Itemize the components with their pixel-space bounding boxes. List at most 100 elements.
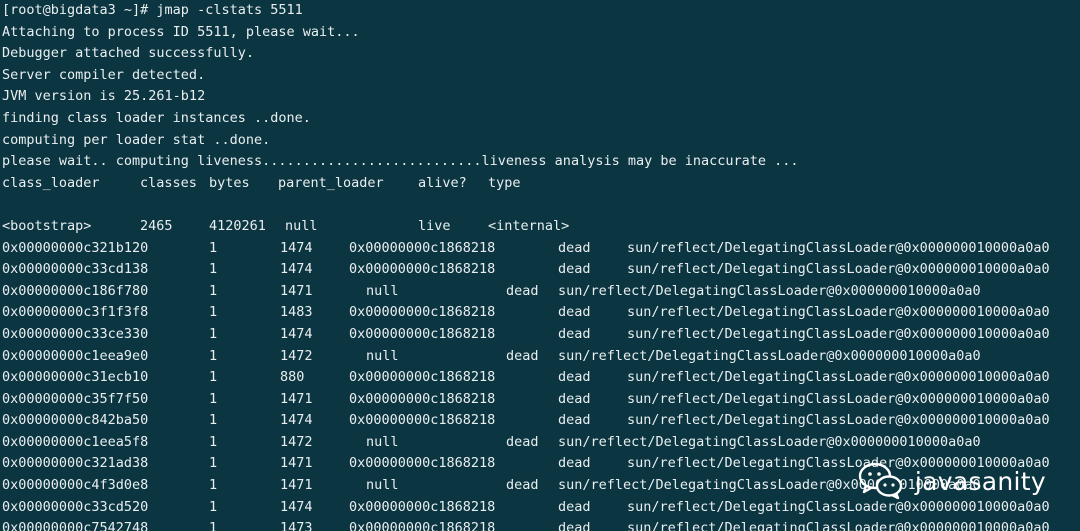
cell-bytes: 4120261 bbox=[209, 217, 266, 234]
cell-type: sun/reflect/DelegatingClassLoader@0x0000… bbox=[627, 261, 1050, 278]
cell-bytes: 1471 bbox=[280, 477, 313, 494]
table-row: 0x00000000c321b120 1 1474 0x00000000c186821… bbox=[2, 238, 1080, 260]
cell-type: sun/reflect/DelegatingClassLoader@0x0000… bbox=[627, 390, 1050, 407]
table-header: class_loader classes bytes parent_loader… bbox=[2, 173, 1080, 195]
cell-type: sun/reflect/DelegatingClassLoader@0x0000… bbox=[558, 347, 981, 364]
cell-type: sun/reflect/DelegatingClassLoader@0x0000… bbox=[627, 369, 1050, 386]
cell-alive: dead bbox=[506, 433, 539, 450]
cell-classes: 1 bbox=[209, 477, 218, 494]
table-row: 0x00000000c1eea9e0 1 1472 null dead sun/refle… bbox=[2, 346, 1080, 368]
cell-parent-loader: 0x00000000c1868218 bbox=[349, 239, 496, 256]
table-row: 0x00000000c321ad38 1 1471 0x00000000c186821… bbox=[2, 453, 1080, 475]
cell-bytes: 1472 bbox=[280, 347, 313, 364]
cell-classes: 1 bbox=[209, 412, 218, 429]
header-class-loader: class_loader bbox=[2, 174, 100, 191]
cell-bytes: 1471 bbox=[280, 390, 313, 407]
cell-type: <internal> bbox=[488, 217, 570, 234]
table-row: 0x00000000c4f3d0e8 1 1471 null dead sun/refle… bbox=[2, 475, 1080, 497]
cell-parent-loader: 0x00000000c1868218 bbox=[349, 520, 496, 531]
cell-classes: 1 bbox=[209, 261, 218, 278]
table-row: 0x00000000c3f1f3f8 1 1483 0x00000000c186821… bbox=[2, 302, 1080, 324]
table-row: 0x00000000c842ba50 1 1474 0x00000000c186821… bbox=[2, 410, 1080, 432]
cell-parent-loader: null bbox=[366, 282, 399, 299]
cell-classes: 1 bbox=[209, 239, 218, 256]
cell-bytes: 1474 bbox=[280, 325, 313, 342]
table-row: 0x00000000c33ce330 1 1474 0x00000000c186821… bbox=[2, 324, 1080, 346]
cell-parent-loader: 0x00000000c1868218 bbox=[349, 390, 496, 407]
cell-class-loader: 0x00000000c842ba50 bbox=[2, 412, 149, 429]
table-row: 0x00000000c186f780 1 1471 null dead sun/refle… bbox=[2, 281, 1080, 303]
table-row: 0x00000000c33cd520 1 1474 0x00000000c186821… bbox=[2, 497, 1080, 519]
cell-type: sun/reflect/DelegatingClassLoader@0x0000… bbox=[627, 412, 1050, 429]
terminal-output: [root@bigdata3 ~]# jmap -clstats 5511 At… bbox=[2, 0, 1080, 531]
cell-class-loader: 0x00000000c7542748 bbox=[2, 520, 149, 531]
header-alive: alive? bbox=[418, 174, 467, 191]
cell-alive: dead bbox=[558, 455, 591, 472]
cell-classes: 1 bbox=[209, 325, 218, 342]
cell-bytes: 880 bbox=[280, 369, 305, 386]
cell-bytes: 1474 bbox=[280, 498, 313, 515]
cell-alive: dead bbox=[558, 261, 591, 278]
cell-bytes: 1474 bbox=[280, 412, 313, 429]
output-line: JVM version is 25.261-b12 bbox=[2, 86, 1080, 108]
cell-class-loader: 0x00000000c4f3d0e8 bbox=[2, 477, 149, 494]
command-line: [root@bigdata3 ~]# jmap -clstats 5511 bbox=[2, 0, 1080, 22]
cell-type: sun/reflect/DelegatingClassLoader@0x0000… bbox=[627, 520, 1050, 531]
cell-type: sun/reflect/DelegatingClassLoader@0x0000… bbox=[558, 477, 981, 494]
table-row: 0x00000000c35f7f50 1 1471 0x00000000c186821… bbox=[2, 389, 1080, 411]
cell-class-loader: 0x00000000c3f1f3f8 bbox=[2, 304, 149, 321]
cell-bytes: 1474 bbox=[280, 261, 313, 278]
output-line: Server compiler detected. bbox=[2, 65, 1080, 87]
cell-type: sun/reflect/DelegatingClassLoader@0x0000… bbox=[558, 433, 981, 450]
cell-type: sun/reflect/DelegatingClassLoader@0x0000… bbox=[627, 304, 1050, 321]
status-message: please wait.. computing liveness........… bbox=[2, 153, 799, 170]
cell-parent-loader: 0x00000000c1868218 bbox=[349, 261, 496, 278]
table-row-bootstrap: <bootstrap> 2465 4120261 null live <inte… bbox=[2, 216, 1080, 238]
cell-classes: 1 bbox=[209, 304, 218, 321]
cell-bytes: 1471 bbox=[280, 282, 313, 299]
cell-classes: 1 bbox=[209, 282, 218, 299]
table-row: 0x00000000c31ecb10 1 880 0x00000000c1868218… bbox=[2, 367, 1080, 389]
output-line: finding class loader instances ..done. bbox=[2, 108, 1080, 130]
output-line: Debugger attached successfully. bbox=[2, 43, 1080, 65]
cell-alive: dead bbox=[558, 325, 591, 342]
cell-class-loader: 0x00000000c1eea9e0 bbox=[2, 347, 149, 364]
cell-bytes: 1473 bbox=[280, 520, 313, 531]
cell-type: sun/reflect/DelegatingClassLoader@0x0000… bbox=[627, 455, 1050, 472]
cell-classes: 1 bbox=[209, 433, 218, 450]
status-message: Debugger attached successfully. bbox=[2, 45, 254, 62]
cell-bytes: 1483 bbox=[280, 304, 313, 321]
status-message: Attaching to process ID 5511, please wai… bbox=[2, 23, 360, 40]
header-bytes: bytes bbox=[209, 174, 250, 191]
cell-class-loader: 0x00000000c186f780 bbox=[2, 282, 149, 299]
cell-parent-loader: 0x00000000c1868218 bbox=[349, 325, 496, 342]
cell-alive: dead bbox=[506, 282, 539, 299]
cell-alive: dead bbox=[558, 412, 591, 429]
cell-class-loader: 0x00000000c33ce330 bbox=[2, 325, 149, 342]
cell-parent-loader: null bbox=[366, 347, 399, 364]
cell-classes: 1 bbox=[209, 390, 218, 407]
cell-alive: dead bbox=[558, 498, 591, 515]
status-message: Server compiler detected. bbox=[2, 66, 206, 83]
header-classes: classes bbox=[140, 174, 197, 191]
terminal-window[interactable]: [root@bigdata3 ~]# jmap -clstats 5511 At… bbox=[0, 0, 1080, 531]
cell-type: sun/reflect/DelegatingClassLoader@0x0000… bbox=[627, 498, 1050, 515]
cell-alive: dead bbox=[558, 239, 591, 256]
cell-class-loader: 0x00000000c321ad38 bbox=[2, 455, 149, 472]
header-type: type bbox=[488, 174, 521, 191]
status-message: computing per loader stat ..done. bbox=[2, 131, 271, 148]
cell-parent-loader: 0x00000000c1868218 bbox=[349, 369, 496, 386]
cell-class-loader: 0x00000000c35f7f50 bbox=[2, 390, 149, 407]
cell-class-loader: 0x00000000c321b120 bbox=[2, 239, 149, 256]
cell-type: sun/reflect/DelegatingClassLoader@0x0000… bbox=[627, 239, 1050, 256]
cell-classes: 2465 bbox=[140, 217, 173, 234]
cell-parent-loader: 0x00000000c1868218 bbox=[349, 304, 496, 321]
cell-alive: dead bbox=[558, 520, 591, 531]
output-line: Attaching to process ID 5511, please wai… bbox=[2, 22, 1080, 44]
cell-alive: dead bbox=[506, 347, 539, 364]
cell-type: sun/reflect/DelegatingClassLoader@0x0000… bbox=[627, 325, 1050, 342]
cell-class-loader: 0x00000000c31ecb10 bbox=[2, 369, 149, 386]
table-body: 0x00000000c321b120 1 1474 0x00000000c186821… bbox=[2, 238, 1080, 531]
output-line: please wait.. computing liveness........… bbox=[2, 151, 1080, 173]
